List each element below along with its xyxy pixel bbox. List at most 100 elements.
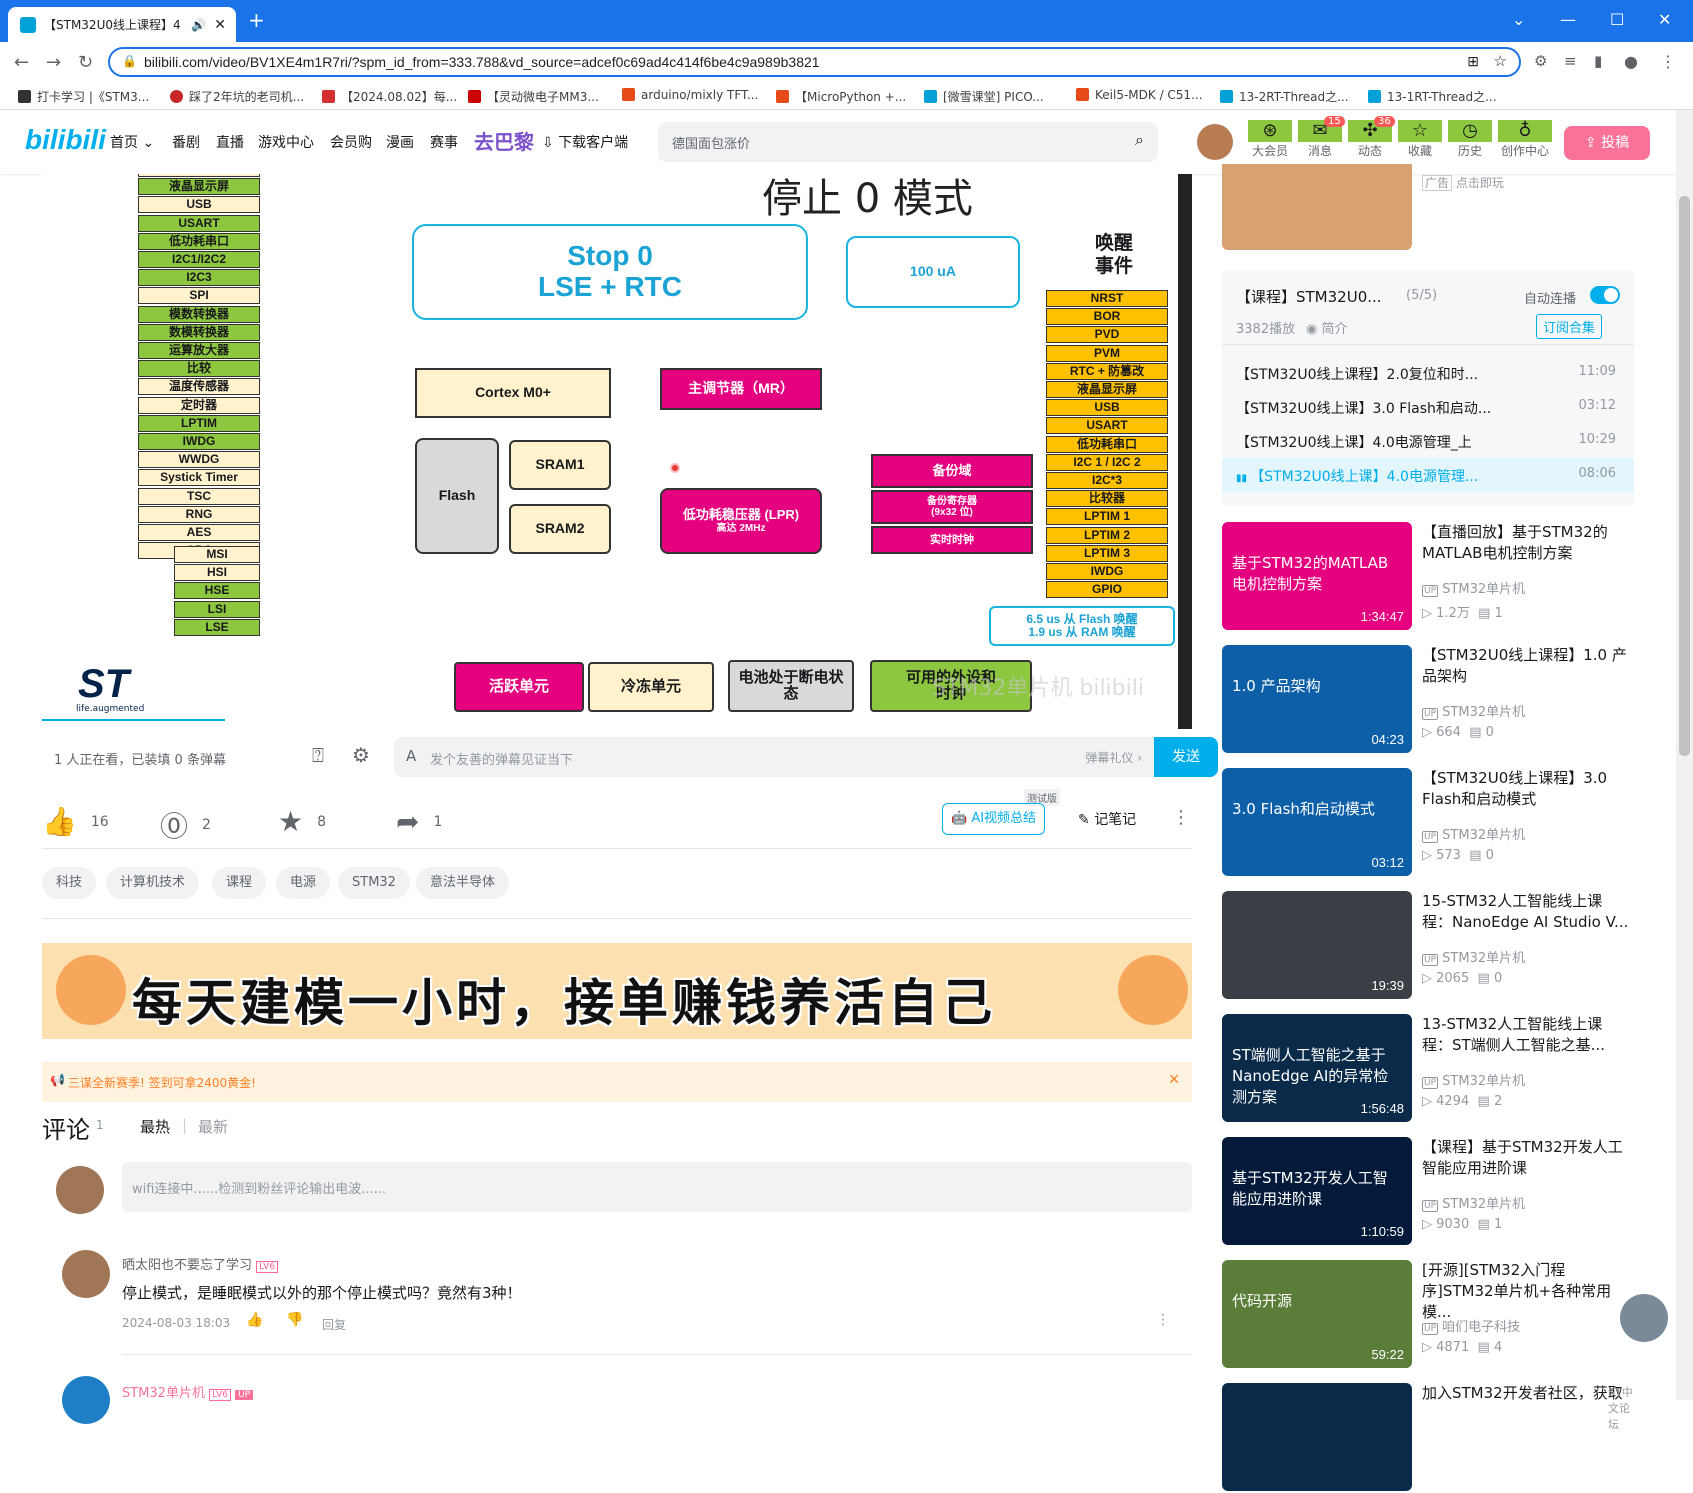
video-author[interactable]: UP STM32单片机 [1422, 1193, 1525, 1212]
danmaku-settings-icon[interactable]: ⚙ [352, 743, 370, 767]
profile-icon[interactable]: ● [1624, 52, 1638, 71]
playlist-item-active[interactable]: ▮▮ 【STM32U0线上课】4.0电源管理... 08:06 [1236, 466, 1616, 486]
commenter-avatar[interactable] [62, 1376, 110, 1424]
video-title[interactable]: [开源][STM32入门程序]STM32单片机+各种常用模... [1422, 1260, 1632, 1323]
bookmark-item[interactable]: 踩了2年坑的老司机... [170, 88, 304, 105]
tag-chip[interactable]: 意法半导体 [416, 867, 510, 899]
bookmark-star-icon[interactable]: ☆ [1494, 52, 1507, 70]
maximize-icon[interactable]: ☐ [1610, 10, 1624, 29]
nav-paris[interactable]: 去巴黎 [474, 126, 534, 155]
comment-input[interactable]: wifi连接中......检测到粉丝评论输出电波...... [122, 1162, 1192, 1212]
video-title[interactable]: 13-STM32人工智能线上课程：ST端侧人工智能之基... [1422, 1014, 1632, 1056]
comment-dislike-icon[interactable]: 👎 [286, 1312, 303, 1328]
user-avatar[interactable] [1197, 124, 1233, 160]
scrollbar-thumb[interactable] [1679, 196, 1690, 756]
video-thumbnail[interactable]: ST端侧人工智能之基于NanoEdge AI的异常检测方案 1:56:48 [1222, 1014, 1412, 1122]
comment-more-icon[interactable]: ⋮ [1156, 1312, 1170, 1328]
playlist-item[interactable]: 【STM32U0线上课】4.0电源管理_上 10:29 [1236, 432, 1616, 452]
danmaku-input[interactable]: A 发个友善的弹幕见证当下 弹幕礼仪 › [394, 737, 1154, 777]
subscribe-button[interactable]: 订阅合集 [1536, 314, 1603, 339]
sort-hot[interactable]: 最热 [140, 1116, 170, 1137]
comment-like-icon[interactable]: 👍 [246, 1312, 263, 1328]
coin-button[interactable]: ⓪2 [160, 805, 211, 845]
commenter-name[interactable]: 晒太阳也不要忘了学习 LV6 [122, 1254, 279, 1273]
video-thumbnail[interactable]: 1.0 产品架构 04:23 [1222, 645, 1412, 753]
bookmark-item[interactable]: 打卡学习 |《STM3... [18, 88, 149, 105]
video-author[interactable]: UP STM32单片机 [1422, 701, 1525, 720]
nav-home[interactable]: 首页 ⌄ [110, 132, 154, 152]
speaker-icon[interactable]: 🔊 [191, 18, 206, 32]
creator-center-button[interactable]: ♁ 创作中心 [1498, 120, 1552, 159]
bookmark-item[interactable]: 【灵动微电子MM3... [468, 88, 599, 105]
bookmark-item[interactable]: 【MicroPython +... [776, 88, 906, 105]
menu-icon[interactable]: ⋮ [1660, 52, 1676, 71]
new-tab-button[interactable]: + [248, 8, 265, 32]
tag-chip[interactable]: 计算机技术 [106, 867, 200, 899]
video-author[interactable]: UP STM32单片机 [1422, 947, 1525, 966]
url-input[interactable]: 🔒 bilibili.com/video/BV1XE4m1R7ri/?spm_i… [108, 47, 1521, 77]
progress-bar[interactable] [42, 719, 225, 721]
video-thumbnail[interactable]: 基于STM32的MATLAB电机控制方案 1:34:47 [1222, 522, 1412, 630]
like-button[interactable]: 👍 16 [42, 805, 109, 838]
share-button[interactable]: ➦ 1 [396, 805, 442, 838]
recommended-video[interactable]: ST端侧人工智能之基于NanoEdge AI的异常检测方案 1:56:48 13-S… [1222, 1014, 1640, 1124]
search-icon[interactable]: ⌕ [1135, 130, 1144, 150]
page-scrollbar[interactable] [1676, 110, 1693, 1400]
video-player[interactable]: 停止 0 模式 PVD，PVM液晶显示屏USBUSART低功耗串口I2C1/I2… [42, 174, 1192, 729]
video-title[interactable]: 【STM32U0线上课程】1.0 产品架构 [1422, 645, 1632, 687]
notice-bar[interactable]: 📢 三谋全新赛季! 签到可拿2400黄金! ✕ [42, 1062, 1192, 1102]
video-title[interactable]: 【直播回放】基于STM32的MATLAB电机控制方案 [1422, 522, 1632, 564]
messages-button[interactable]: ✉ 15 消息 [1298, 116, 1345, 159]
recommended-video[interactable]: 19:39 15-STM32人工智能线上课程：NanoEdge AI Studio… [1222, 891, 1640, 1001]
video-thumbnail[interactable]: 3.0 Flash和启动模式 03:12 [1222, 768, 1412, 876]
recommended-video[interactable]: 代码开源 59:22 [开源][STM32入门程序]STM32单片机+各种常用模..… [1222, 1260, 1640, 1370]
extensions-icon[interactable]: ⚙ [1534, 52, 1547, 70]
nav-esports[interactable]: 赛事 [430, 132, 458, 152]
commenter-name[interactable]: STM32单片机 LV6 UP [122, 1382, 254, 1401]
bookmark-item[interactable]: [微雪课堂] PICO... [924, 88, 1044, 105]
ad-banner[interactable]: 每天建模一小时，接单赚钱养活自己 [42, 943, 1192, 1039]
tag-chip[interactable]: 电源 [276, 867, 331, 899]
reload-icon[interactable]: ↻ [78, 52, 93, 73]
history-button[interactable]: ◷ 历史 [1448, 120, 1492, 159]
recommended-video[interactable]: 基于STM32的MATLAB电机控制方案 1:34:47 【直播回放】基于STM32… [1222, 522, 1640, 632]
video-thumbnail[interactable]: 19:39 [1222, 891, 1412, 999]
video-title[interactable]: 【课程】基于STM32开发人工智能应用进阶课 [1422, 1137, 1632, 1179]
playlist-title[interactable]: 【课程】STM32U0... [1236, 286, 1382, 307]
danmaku-etiquette-link[interactable]: 弹幕礼仪 › [1085, 749, 1142, 766]
bookmark-item[interactable]: Keil5-MDK / C51... [1076, 88, 1203, 102]
chat-bubble-icon[interactable] [1620, 1294, 1668, 1342]
tag-chip[interactable]: 课程 [212, 867, 267, 899]
video-title[interactable]: 加入STM32开发者社区，获取 [1422, 1383, 1632, 1404]
video-title[interactable]: 【STM32U0线上课程】3.0 Flash和启动模式 [1422, 768, 1632, 810]
browser-tab[interactable]: 【STM32U0线上课程】4 🔊 ✕ [8, 7, 236, 42]
playlist-intro[interactable]: ◉ 简介 [1306, 318, 1348, 337]
search-input[interactable]: 德国面包涨价 ⌕ [658, 122, 1158, 162]
favorite-button[interactable]: ★ 8 [278, 805, 326, 838]
tag-chip[interactable]: 科技 [42, 867, 97, 899]
my-avatar[interactable] [56, 1166, 104, 1214]
playlist-item[interactable]: 【STM32U0线上课程】2.0复位和时... 11:09 [1236, 364, 1616, 384]
reading-list-icon[interactable]: ≡ [1564, 52, 1577, 70]
commenter-avatar[interactable] [62, 1250, 110, 1298]
nav-live[interactable]: 直播 [216, 132, 244, 152]
vip-button[interactable]: ⊛ 大会员 [1248, 120, 1292, 159]
tab-search-icon[interactable]: ⌄ [1512, 10, 1525, 29]
qr-icon[interactable]: ⊞ [1467, 53, 1479, 70]
close-window-icon[interactable]: ✕ [1658, 10, 1671, 29]
bookmark-item[interactable]: 13-1RT-Thread之... [1368, 88, 1497, 105]
favorites-button[interactable]: ☆ 收藏 [1398, 120, 1442, 159]
nav-games[interactable]: 游戏中心 [258, 132, 314, 152]
bilibili-logo[interactable]: bilibili [25, 124, 106, 156]
dynamics-button[interactable]: ✣ 36 动态 [1348, 116, 1395, 159]
recommended-video[interactable]: 1.0 产品架构 04:23 【STM32U0线上课程】1.0 产品架构 UP STM… [1222, 645, 1640, 755]
sidepanel-icon[interactable]: ▮ [1594, 52, 1602, 70]
close-tab-icon[interactable]: ✕ [214, 17, 226, 33]
danmaku-toggle-icon[interactable]: ⍰ [312, 743, 324, 767]
back-icon[interactable]: ← [14, 52, 29, 73]
ad-thumbnail[interactable] [1222, 164, 1412, 250]
bookmark-item[interactable]: 13-2RT-Thread之... [1220, 88, 1349, 105]
upload-button[interactable]: ⇪ 投稿 [1564, 126, 1650, 160]
bookmark-item[interactable]: 【2024.08.02】每... [322, 88, 457, 105]
video-thumbnail[interactable]: 代码开源 59:22 [1222, 1260, 1412, 1368]
